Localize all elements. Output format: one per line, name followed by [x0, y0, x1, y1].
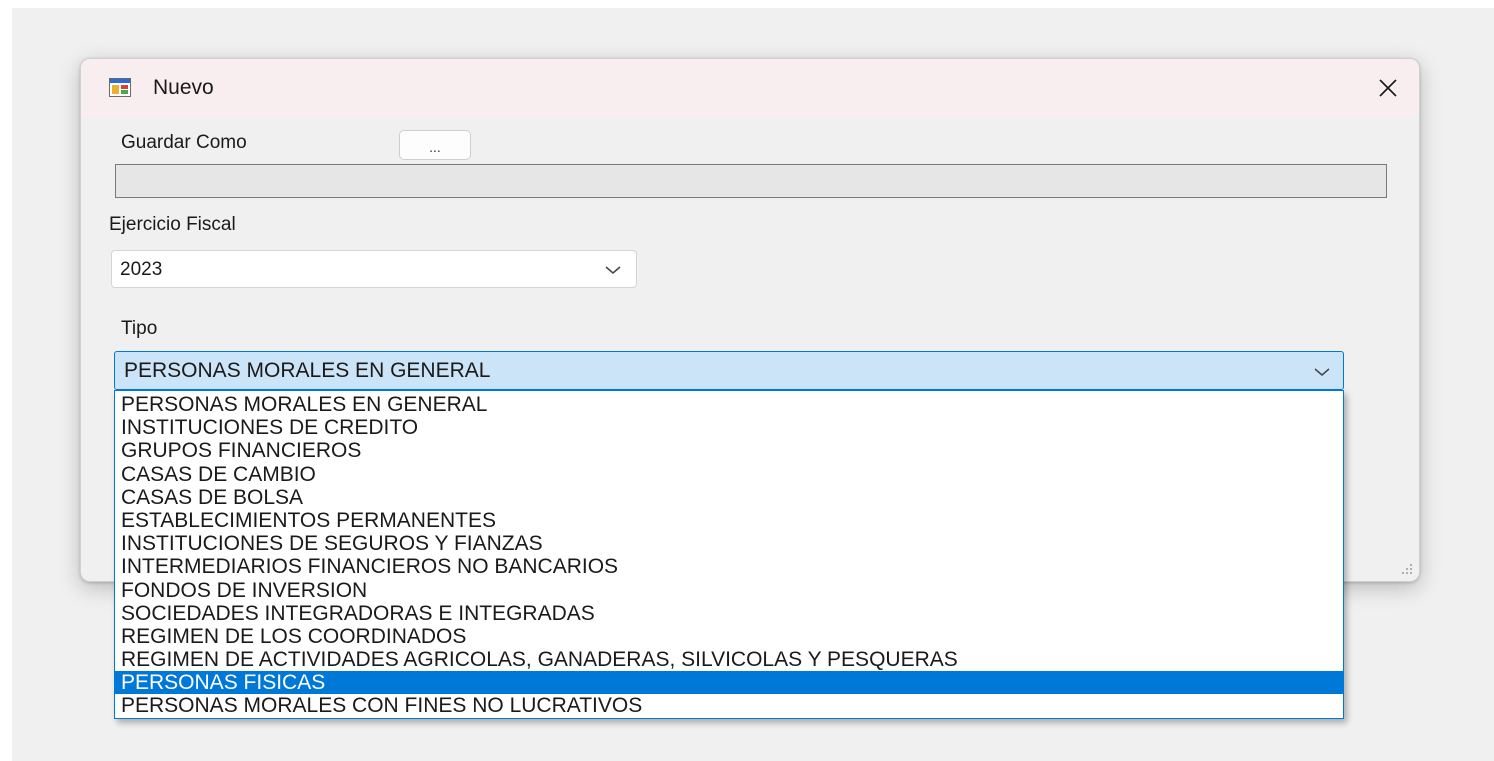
dropdown-option[interactable]: INSTITUCIONES DE CREDITO	[115, 416, 1343, 439]
ejercicio-fiscal-value: 2023	[120, 259, 163, 280]
save-path-field[interactable]	[115, 164, 1387, 198]
title-bar[interactable]: Nuevo	[81, 59, 1419, 117]
close-button[interactable]	[1371, 71, 1405, 105]
ejercicio-fiscal-select[interactable]: 2023	[111, 250, 637, 288]
windows-form-icon	[109, 78, 131, 97]
ejercicio-fiscal-label: Ejercicio Fiscal	[109, 214, 236, 235]
tipo-dropdown-list: PERSONAS MORALES EN GENERAL INSTITUCIONES…	[114, 390, 1344, 719]
dropdown-option[interactable]: CASAS DE BOLSA	[115, 486, 1343, 509]
dropdown-option[interactable]: PERSONAS MORALES EN GENERAL	[115, 393, 1343, 416]
browse-button[interactable]: ...	[399, 130, 471, 160]
dropdown-option[interactable]: REGIMEN DE ACTIVIDADES AGRICOLAS, GANADE…	[115, 648, 1343, 671]
chevron-down-icon	[1314, 368, 1330, 376]
dropdown-option[interactable]: SOCIEDADES INTEGRADORAS E INTEGRADAS	[115, 602, 1343, 625]
tipo-select[interactable]: PERSONAS MORALES EN GENERAL	[114, 351, 1344, 390]
tipo-label: Tipo	[121, 318, 158, 339]
dropdown-option[interactable]: INSTITUCIONES DE SEGUROS Y FIANZAS	[115, 532, 1343, 555]
resize-grip-icon[interactable]	[1399, 561, 1413, 575]
dropdown-option[interactable]: CASAS DE CAMBIO	[115, 463, 1343, 486]
dropdown-option[interactable]: INTERMEDIARIOS FINANCIEROS NO BANCARIOS	[115, 555, 1343, 578]
dropdown-option[interactable]: ESTABLECIMIENTOS PERMANENTES	[115, 509, 1343, 532]
dropdown-option[interactable]: FONDOS DE INVERSION	[115, 579, 1343, 602]
window-title: Nuevo	[153, 76, 214, 99]
chevron-down-icon	[605, 266, 621, 274]
dropdown-option[interactable]: PERSONAS MORALES CON FINES NO LUCRATIVOS	[115, 694, 1343, 717]
close-icon	[1379, 79, 1397, 97]
tipo-value: PERSONAS MORALES EN GENERAL	[124, 359, 491, 382]
dropdown-option[interactable]: REGIMEN DE LOS COORDINADOS	[115, 625, 1343, 648]
dropdown-option[interactable]: GRUPOS FINANCIEROS	[115, 439, 1343, 462]
dropdown-option[interactable]: PERSONAS FISICAS	[115, 671, 1343, 695]
guardar-como-label: Guardar Como	[121, 132, 247, 153]
